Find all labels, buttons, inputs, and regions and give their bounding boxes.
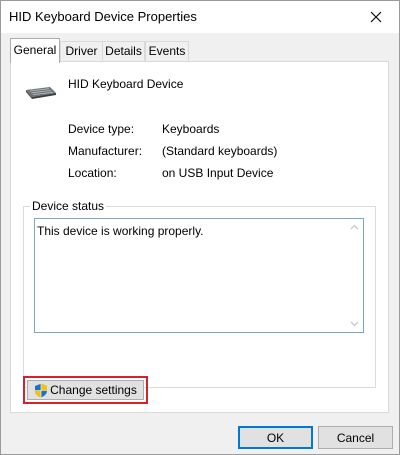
ok-button[interactable]: OK	[238, 426, 313, 449]
uac-shield-icon	[35, 383, 48, 397]
device-type-value: Keyboards	[162, 122, 220, 136]
tab-general-label: General	[13, 43, 57, 57]
cancel-button[interactable]: Cancel	[318, 426, 393, 449]
tab-details-label: Details	[105, 44, 142, 58]
scroll-down-icon[interactable]	[350, 321, 359, 327]
scroll-up-icon[interactable]	[350, 224, 359, 230]
manufacturer-value: (Standard keyboards)	[162, 144, 278, 158]
location-label: Location:	[68, 166, 117, 180]
tab-events[interactable]: Events	[145, 41, 189, 61]
general-tab-panel: HID Keyboard Device Device type: Keyboar…	[10, 61, 389, 413]
change-settings-label: Change settings	[50, 383, 137, 397]
tab-driver[interactable]: Driver	[60, 41, 103, 61]
status-scrollbar[interactable]	[346, 219, 363, 332]
device-status-group: Device status This device is working pro…	[23, 199, 376, 388]
location-value: on USB Input Device	[162, 166, 274, 180]
keyboard-icon	[26, 87, 56, 99]
window-title: HID Keyboard Device Properties	[9, 9, 197, 24]
close-button[interactable]	[353, 1, 399, 33]
title-bar: HID Keyboard Device Properties	[1, 1, 399, 33]
tab-events-label: Events	[148, 44, 186, 58]
device-status-legend: Device status	[30, 199, 107, 213]
device-name: HID Keyboard Device	[68, 77, 184, 91]
device-type-label: Device type:	[68, 122, 135, 136]
change-settings-button[interactable]: Change settings	[27, 380, 144, 400]
tab-general[interactable]: General	[10, 38, 60, 63]
device-status-text: This device is working properly.	[37, 224, 204, 238]
properties-dialog: HID Keyboard Device Properties General D…	[0, 0, 400, 455]
tab-details[interactable]: Details	[102, 41, 145, 61]
manufacturer-label: Manufacturer:	[68, 144, 143, 158]
cancel-label: Cancel	[336, 430, 375, 445]
ok-label: OK	[266, 430, 285, 445]
tab-driver-label: Driver	[65, 44, 98, 58]
device-status-textbox[interactable]: This device is working properly.	[34, 218, 364, 333]
close-icon	[370, 11, 382, 23]
